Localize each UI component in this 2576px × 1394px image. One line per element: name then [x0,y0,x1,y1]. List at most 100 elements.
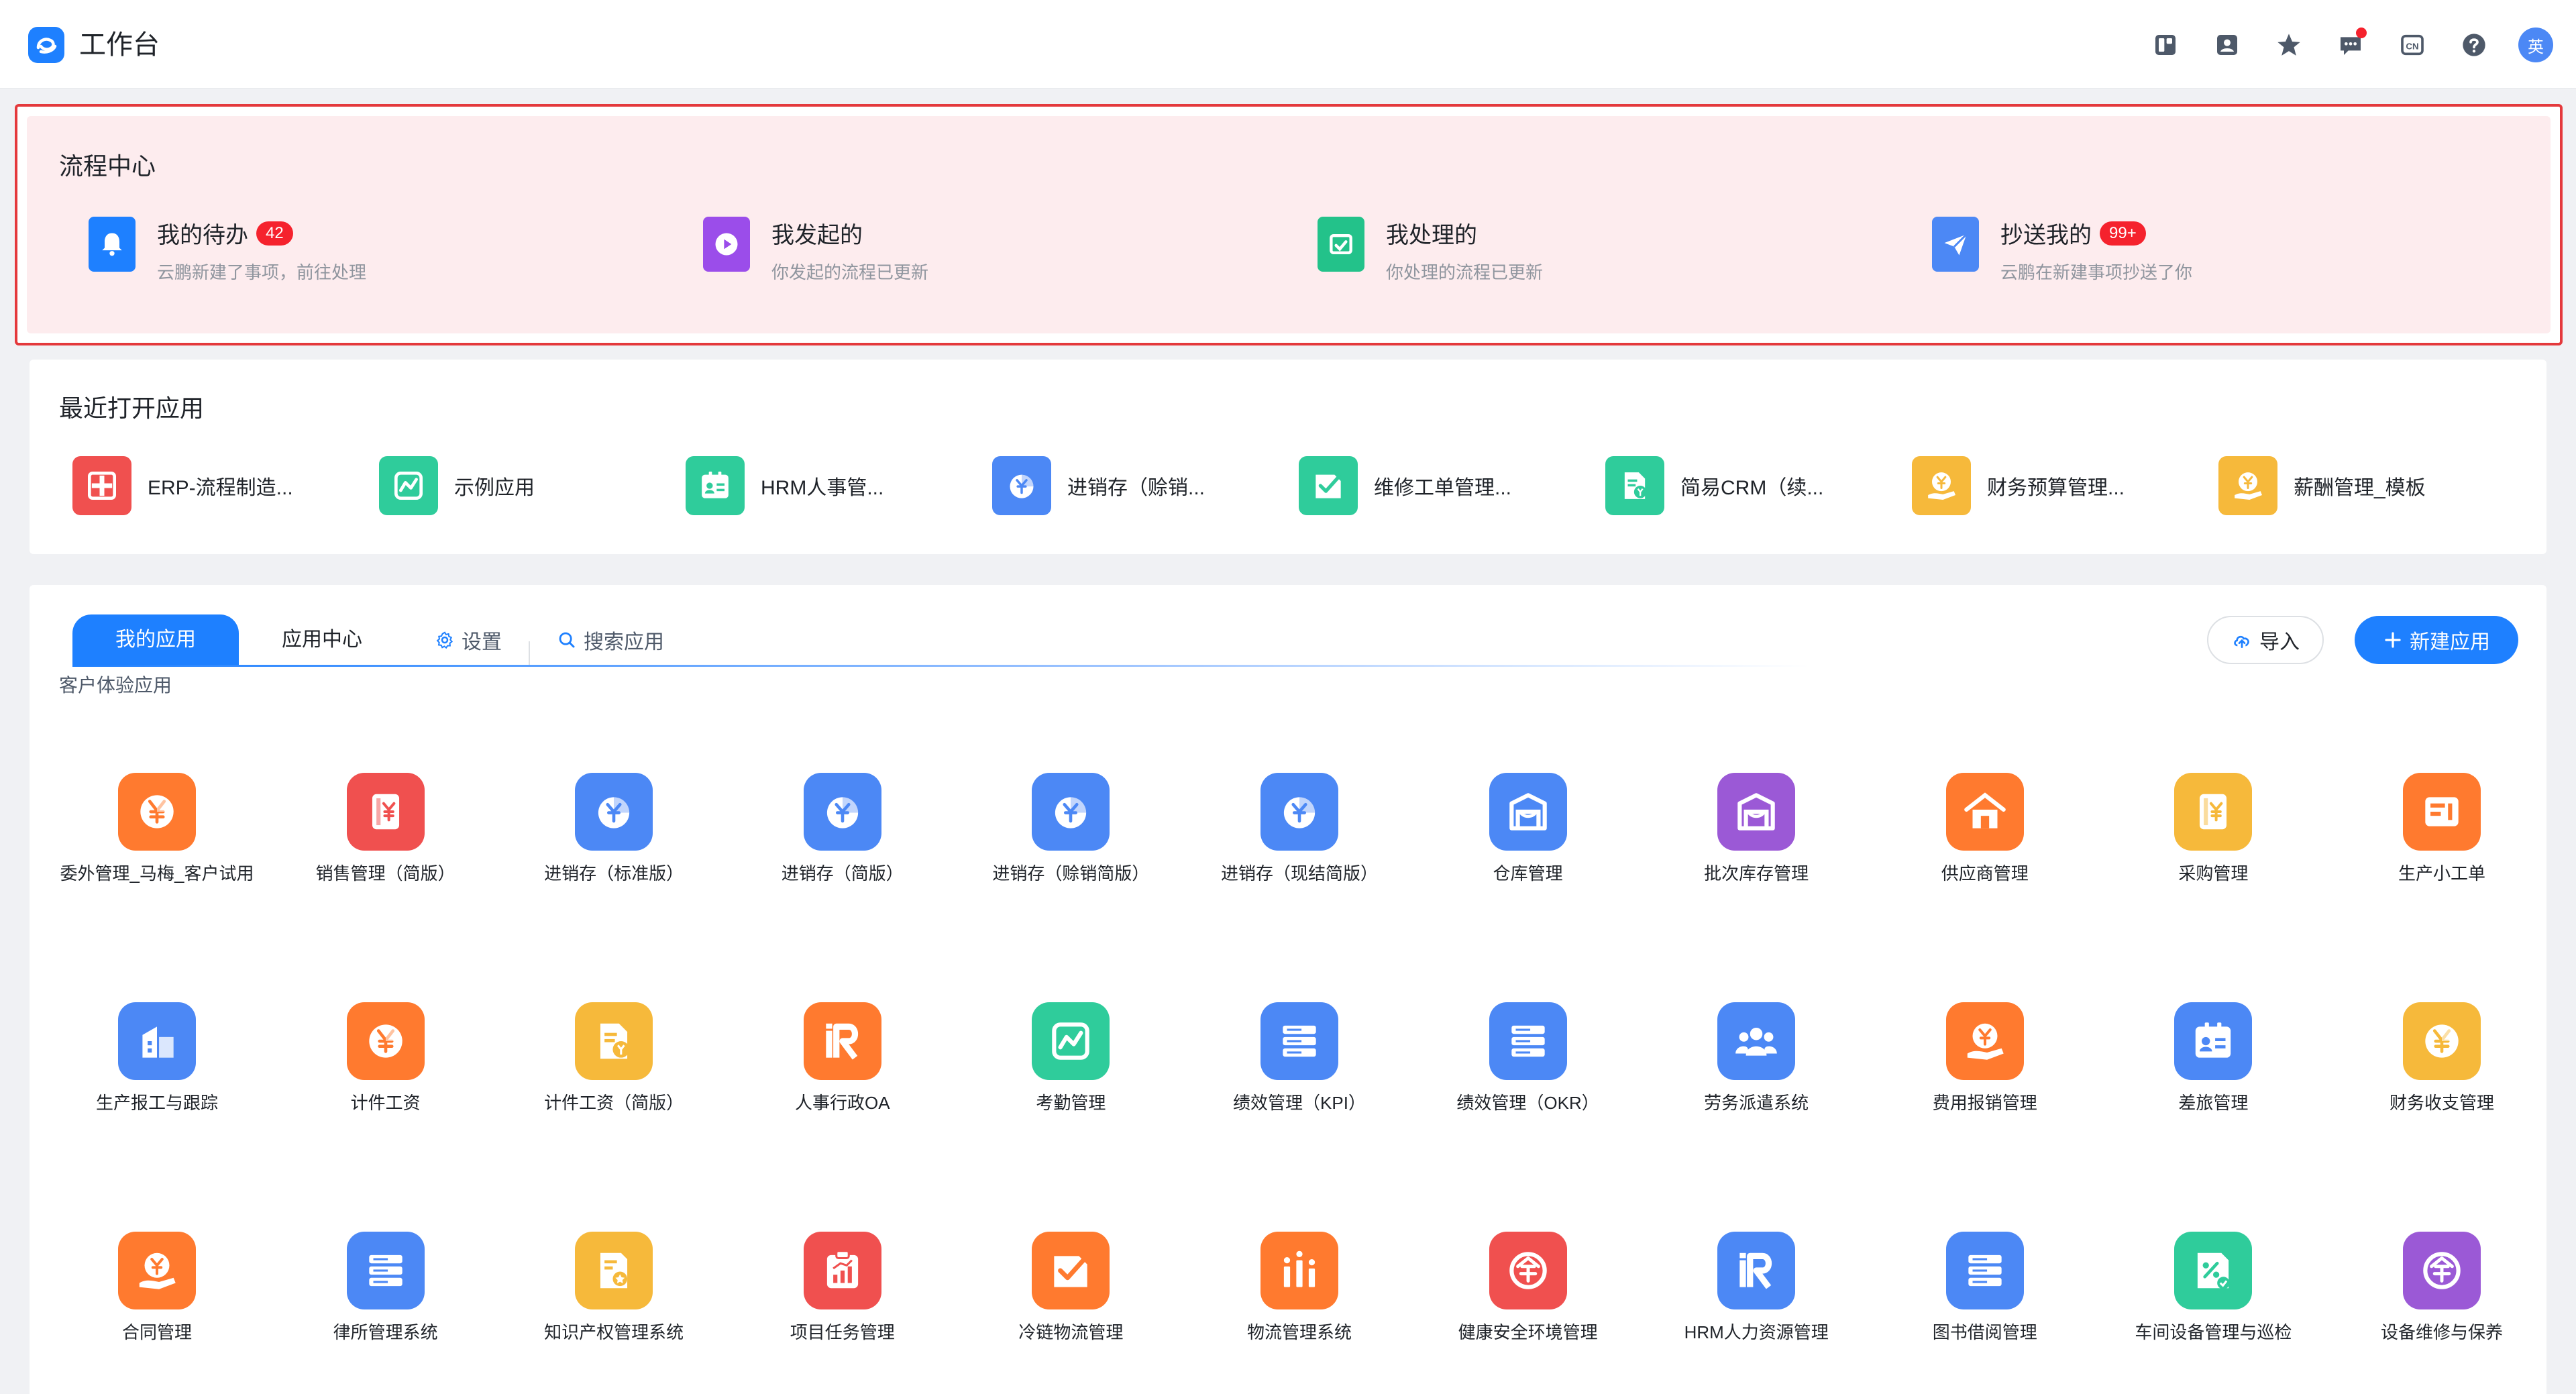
app-item[interactable]: 合同管理 [56,1232,258,1352]
app-label: 进销存（简版） [781,863,904,883]
recent-app-item[interactable]: 维修工单管理... [1299,452,1511,519]
app-label: 批次库存管理 [1704,863,1809,883]
app-item[interactable]: 计件工资 [285,1002,486,1123]
play-icon [703,217,750,272]
process-item-started[interactable]: 我发起的 你发起的流程已更新 [703,217,1240,284]
app-item[interactable]: 车间设备管理与巡检 [2112,1232,2314,1352]
app-item[interactable]: 差旅管理 [2112,1002,2314,1123]
yen-hand-icon [1912,456,1971,515]
message-icon[interactable] [2333,28,2368,62]
recent-apps-list: ERP-流程制造... 示例应用 HRM人事管... 进销存（赊销... 维修工单管理.… [72,452,2528,519]
app-item[interactable]: 绩效管理（OKR） [1428,1002,1629,1123]
toolbar-divider [529,641,530,665]
help-icon[interactable] [2457,28,2491,62]
recent-app-item[interactable]: 示例应用 [379,452,535,519]
certificate-icon [575,1232,653,1309]
app-item[interactable]: 冷链物流管理 [970,1232,1171,1352]
settings-button[interactable]: 设置 [435,614,502,665]
app-item[interactable]: 批次库存管理 [1656,773,1857,894]
app-item[interactable]: 生产小工单 [2341,773,2542,894]
recent-app-item[interactable]: HRM人事管... [686,452,883,519]
language-icon[interactable]: CN [2395,28,2430,62]
document-yen-icon [575,1002,653,1080]
app-item[interactable]: 进销存（赊销简版） [970,773,1171,894]
layout-icon[interactable] [2148,28,2183,62]
app-item[interactable]: 进销存（标准版） [513,773,714,894]
recent-app-label: 维修工单管理... [1374,477,1512,499]
app-label: 律所管理系统 [333,1322,438,1342]
app-item[interactable]: 绩效管理（KPI） [1199,1002,1400,1123]
app-item[interactable]: 费用报销管理 [1884,1002,2086,1123]
app-item[interactable]: 销售管理（简版） [285,773,486,894]
process-item-desc: 云鹏在新建事项抄送了你 [2000,262,2193,282]
new-app-button[interactable]: 新建应用 [2355,616,2518,664]
language-label: CN [2406,42,2418,52]
server-list-icon [1945,1232,2024,1309]
app-item[interactable]: 图书借阅管理 [1884,1232,2086,1352]
yen-circle-icon [2403,1002,2481,1080]
app-label: 劳务派遣系统 [1704,1093,1809,1113]
yen-circle-icon [118,773,196,851]
recent-app-item[interactable]: 进销存（赊销... [992,452,1205,519]
process-item-name: 我的待办 [157,223,248,248]
app-label: 图书借阅管理 [1932,1322,2037,1342]
app-item[interactable]: 供应商管理 [1884,773,2086,894]
app-item[interactable]: 计件工资（简版） [513,1002,714,1123]
search-icon [559,632,575,648]
app-item[interactable]: 劳务派遣系统 [1656,1002,1857,1123]
building-doc-icon [118,1002,196,1080]
app-label: 冷链物流管理 [1018,1322,1124,1342]
app-item[interactable]: 进销存（现结简版） [1199,773,1400,894]
users-icon [1717,1002,1796,1080]
process-item-desc: 云鹏新建了事项，前往处理 [157,262,367,282]
app-item[interactable]: 仓库管理 [1428,773,1629,894]
app-label: 人事行政OA [795,1093,890,1113]
app-item[interactable]: 考勤管理 [970,1002,1171,1123]
app-item[interactable]: HRM人力资源管理 [1656,1232,1857,1352]
app-item[interactable]: 采购管理 [2112,773,2314,894]
app-label: 委外管理_马梅_客户试用 [60,863,254,883]
app-group-label: 客户体验应用 [59,675,172,696]
app-label: 采购管理 [2178,863,2249,883]
recent-app-item[interactable]: 简易CRM（续... [1605,452,1823,519]
recent-app-item[interactable]: ERP-流程制造... [72,452,293,519]
recent-app-item[interactable]: 财务预算管理... [1912,452,2125,519]
ticket-icon [2403,773,2481,851]
app-item[interactable]: 委外管理_马梅_客户试用 [56,773,258,894]
tab-my-apps[interactable]: 我的应用 [72,614,239,665]
app-item[interactable]: 健康安全环境管理 [1428,1232,1629,1352]
tab-app-center[interactable]: 应用中心 [239,614,405,665]
recent-app-item[interactable]: 薪酬管理_模板 [2218,452,2426,519]
import-button[interactable]: 导入 [2207,616,2324,664]
app-label: 车间设备管理与巡检 [2135,1322,2292,1342]
yen-pie-icon [1032,773,1110,851]
process-item-handled[interactable]: 我处理的 你处理的流程已更新 [1318,217,1854,284]
app-label: 差旅管理 [2178,1093,2249,1113]
bars-icon [1260,1232,1338,1309]
search-apps-button[interactable]: 搜索应用 [557,614,664,665]
app-logo-icon[interactable] [28,27,64,63]
page-title: 工作台 [79,30,160,60]
app-item[interactable]: 财务收支管理 [2341,1002,2542,1123]
yen-hand-icon [1945,1002,2024,1080]
process-item-todo[interactable]: 我的待办 42 云鹏新建了事项，前往处理 [89,217,625,284]
app-item[interactable]: 设备维修与保养 [2341,1232,2542,1352]
recent-app-label: 财务预算管理... [1987,477,2125,499]
app-item[interactable]: 律所管理系统 [285,1232,486,1352]
chart-line-icon [379,456,438,515]
app-item[interactable]: 人事行政OA [742,1002,943,1123]
app-item[interactable]: 进销存（简版） [742,773,943,894]
app-item[interactable]: 知识产权管理系统 [513,1232,714,1352]
server-list-icon [346,1232,425,1309]
tab-underline [72,665,1810,667]
app-item[interactable]: 项目任务管理 [742,1232,943,1352]
app-item[interactable]: 物流管理系统 [1199,1232,1400,1352]
app-item[interactable]: 生产报工与跟踪 [56,1002,258,1123]
process-item-cc[interactable]: 抄送我的 99+ 云鹏在新建事项抄送了你 [1932,217,2469,284]
star-icon[interactable] [2271,28,2306,62]
avatar[interactable]: 英 [2518,28,2553,62]
app-label: 绩效管理（OKR） [1456,1093,1599,1113]
contacts-icon[interactable] [2210,28,2245,62]
app-label: 仓库管理 [1493,863,1563,883]
warehouse-icon [1489,773,1567,851]
